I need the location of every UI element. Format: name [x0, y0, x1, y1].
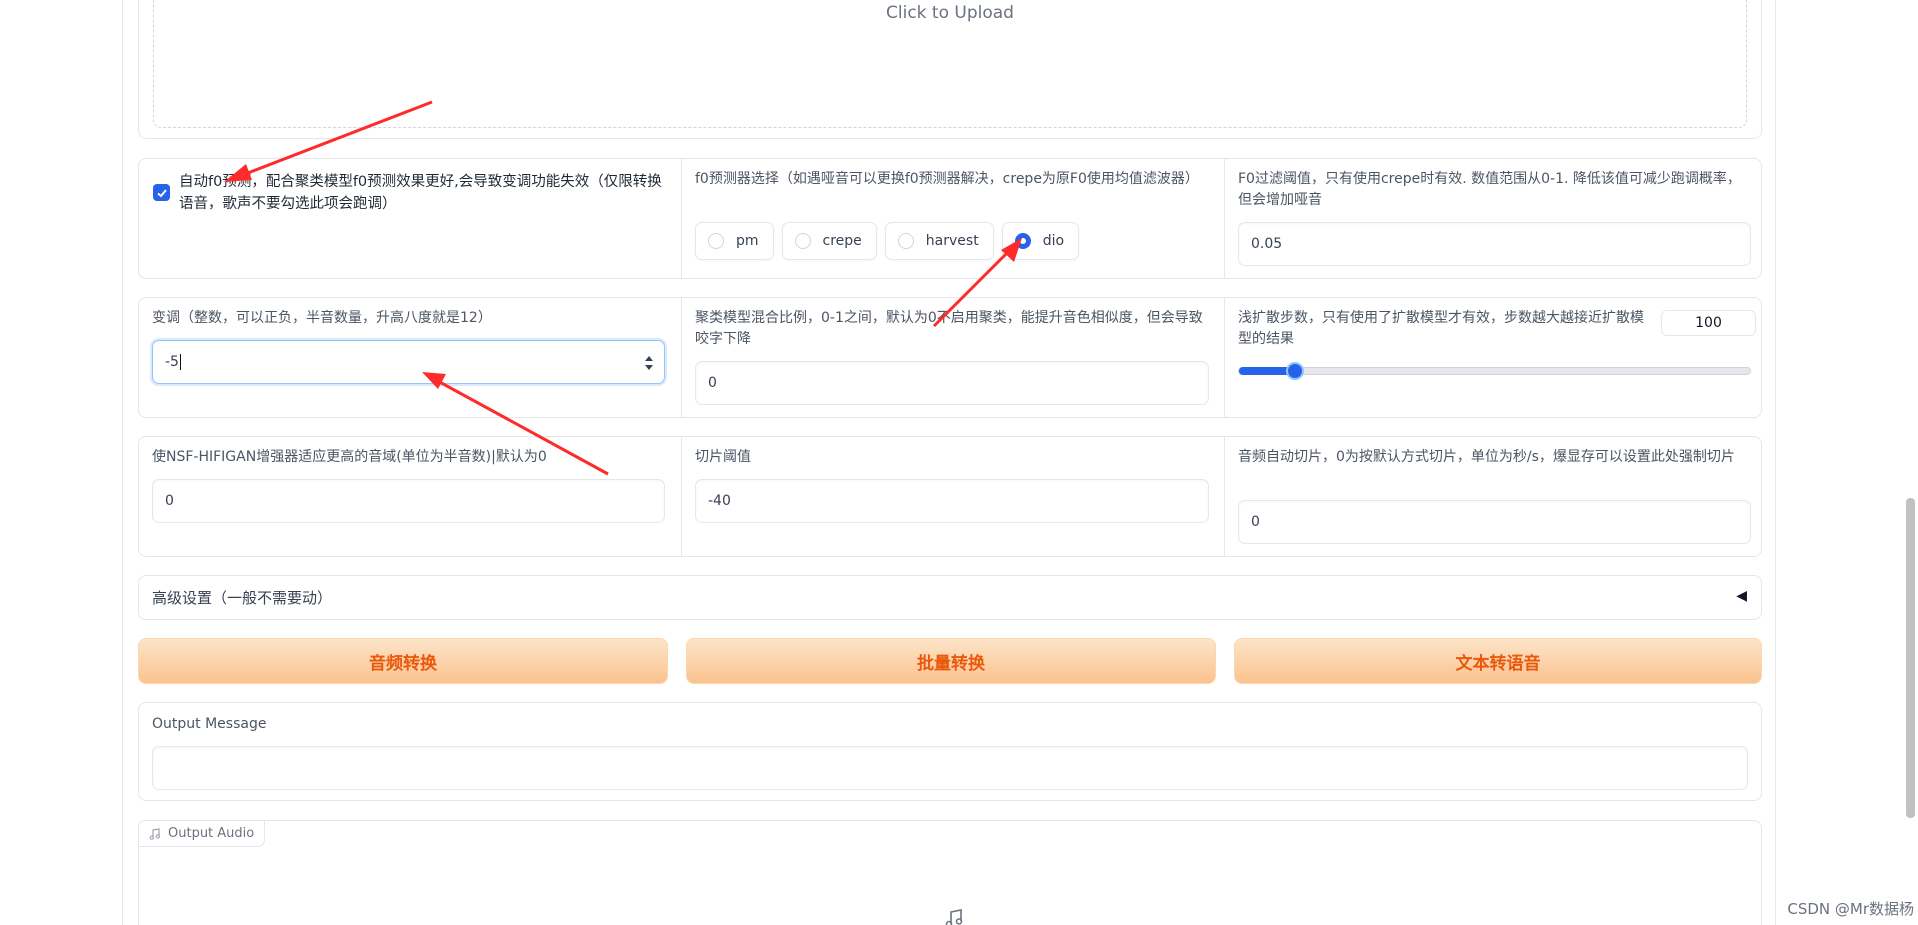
arrow-to-dio: [932, 238, 1022, 328]
page-scrollbar[interactable]: [1906, 498, 1915, 818]
arrow-to-transpose: [422, 372, 609, 476]
arrow-to-checkbox: [224, 100, 433, 182]
csdn-watermark: CSDN @Mr数据杨: [1787, 900, 1914, 918]
annotation-arrows: [224, 100, 1022, 476]
